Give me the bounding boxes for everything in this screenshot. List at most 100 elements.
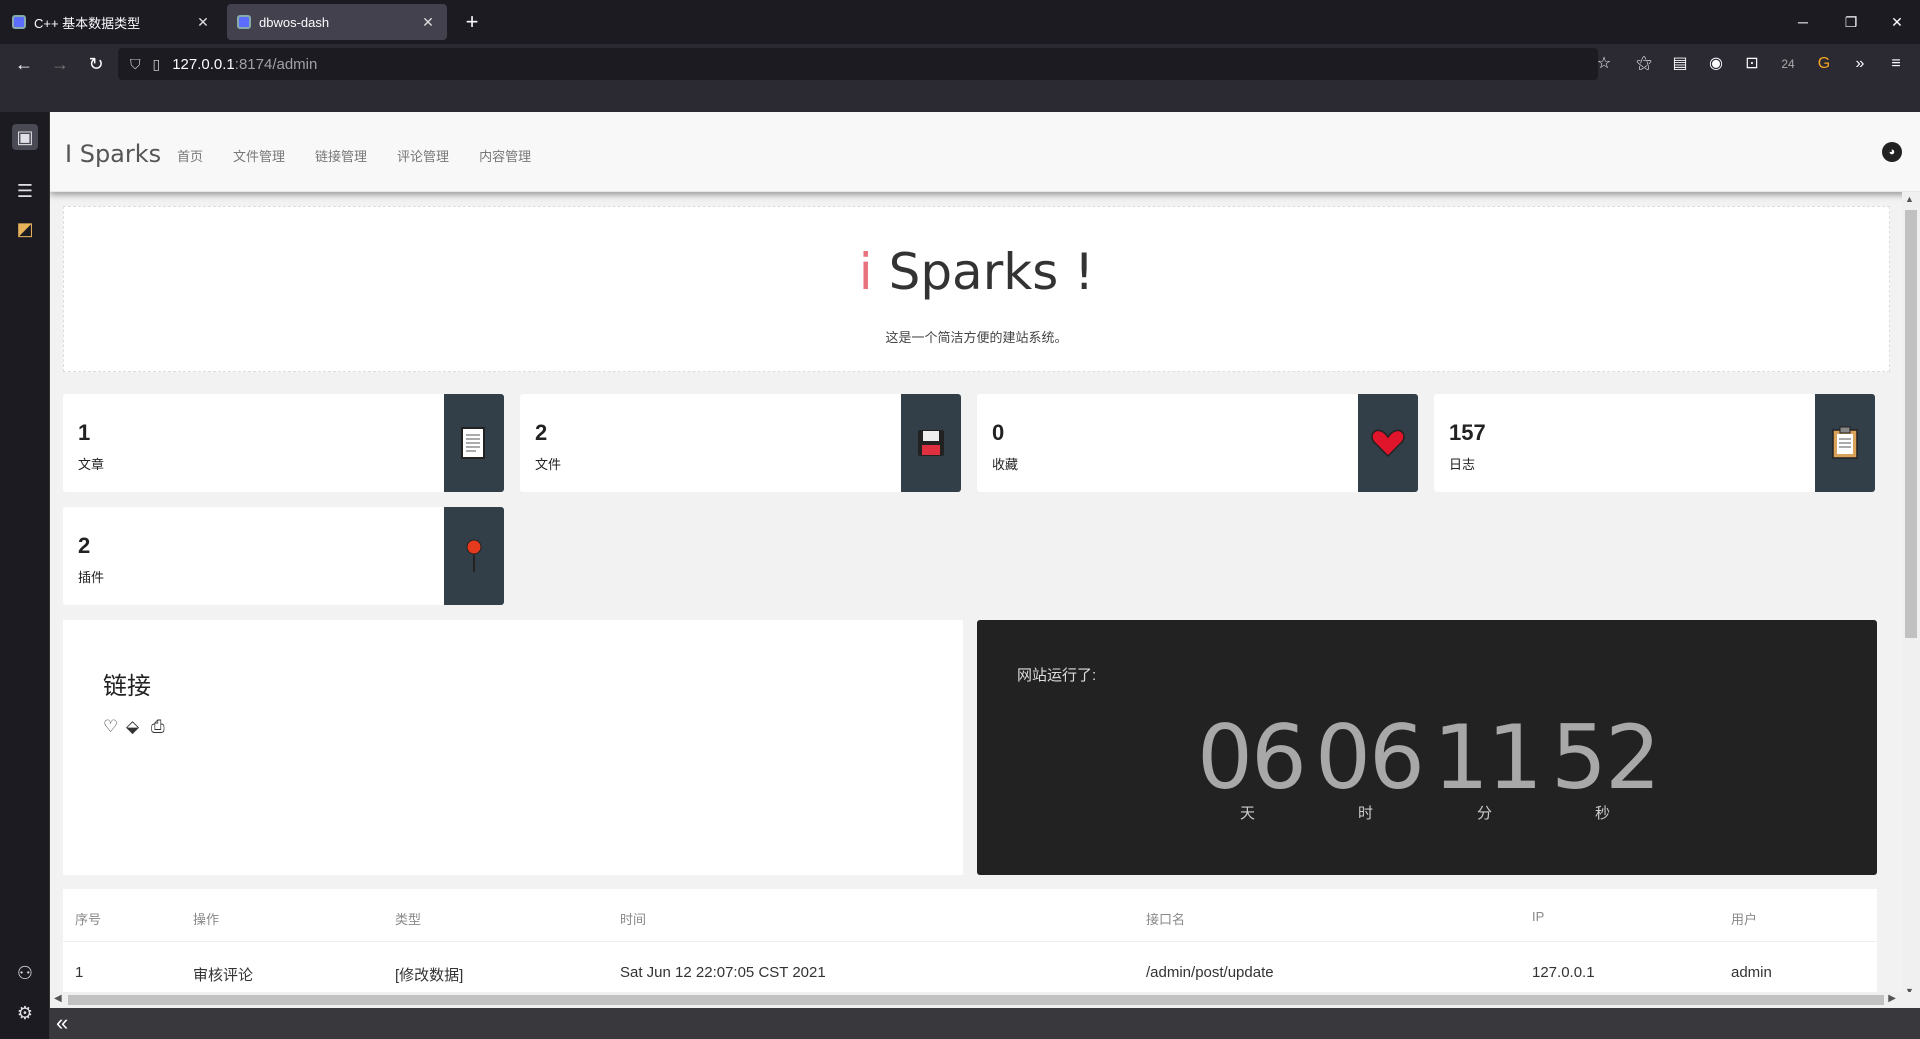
heart-icon — [1371, 429, 1405, 458]
table-header-row: 序号 操作 类型 时间 接口名 IP 用户 — [63, 889, 1877, 942]
menu-item-home[interactable]: 首页 — [177, 146, 203, 165]
extension-badge-count[interactable]: 24 — [1774, 50, 1802, 78]
close-window-icon[interactable]: ✕ — [1874, 0, 1920, 44]
stat-label: 插件 — [78, 570, 105, 585]
heart-outline-icon[interactable]: ♡ — [103, 717, 118, 737]
stat-icon-box — [1358, 394, 1418, 492]
table-cell: admin — [1731, 964, 1772, 981]
clipboard-icon — [1832, 426, 1858, 459]
column-header[interactable]: 序号 — [75, 909, 101, 928]
new-tab-button[interactable]: + — [458, 8, 486, 36]
bookmarks-bar — [0, 84, 1920, 112]
sidebar-app-icon[interactable]: ▣ — [12, 124, 38, 150]
back-icon[interactable]: ← — [10, 50, 38, 78]
account-icon[interactable]: ◉ — [1702, 50, 1730, 78]
table-cell: [修改数据] — [395, 967, 464, 984]
unit-seconds: 秒 — [1595, 805, 1611, 822]
extension-icon[interactable]: ⊡ — [1738, 50, 1766, 78]
sidebar-user-icon[interactable]: ⚇ — [12, 960, 38, 986]
stat-icon-box — [444, 507, 504, 605]
tab-label: C++ 基本数据类型 — [34, 15, 141, 31]
stat-value: 1 — [78, 420, 91, 445]
collapse-chevron-icon[interactable]: « — [56, 1010, 68, 1036]
browser-sidebar: ▣ ☰ ◩ ⚇ ⚙ — [0, 112, 50, 1039]
column-header[interactable]: 接口名 — [1146, 909, 1185, 928]
overflow-chevron-icon[interactable]: » — [1846, 50, 1874, 78]
main-menu: 首页 文件管理 链接管理 评论管理 内容管理 — [177, 146, 531, 165]
menu-item-links[interactable]: 链接管理 — [315, 146, 367, 165]
stat-label: 日志 — [1449, 457, 1476, 472]
tab-label: dbwos-dash — [259, 14, 330, 30]
browser-nav-bar: ← → ↻ ⛉ ▯ 127.0.0.1 :8174/admin ☆ ⚝ ▤ ◉ … — [0, 44, 1920, 84]
vertical-scrollbar[interactable]: ▲ ▼ — [1902, 192, 1920, 998]
stat-card-logs[interactable]: 157 日志 — [1434, 394, 1875, 492]
hero-title-accent: i — [858, 243, 873, 301]
uptime-hours: 06 — [1315, 706, 1425, 809]
shield-icon[interactable]: ⛉ — [130, 56, 141, 73]
paint-bucket-icon[interactable]: ⬙ — [126, 717, 139, 737]
sidebar-layers-icon[interactable]: ☰ — [12, 178, 38, 204]
forward-icon[interactable]: → — [46, 50, 74, 78]
bookmark-star-icon[interactable]: ☆ — [1590, 50, 1618, 78]
sidebar-settings-icon[interactable]: ⚙ — [12, 1000, 38, 1026]
sidebar-tool-icon[interactable]: ◩ — [12, 216, 38, 242]
stat-card-favorites[interactable]: 0 收藏 — [977, 394, 1418, 492]
stat-card-plugins[interactable]: 2 插件 — [63, 507, 504, 605]
close-tab-icon[interactable]: ✕ — [194, 14, 212, 31]
stat-label: 文章 — [78, 457, 105, 472]
extension-g-icon[interactable]: G — [1810, 50, 1838, 78]
stat-icon-box — [1815, 394, 1875, 492]
scroll-up-icon[interactable]: ▲ — [1905, 194, 1914, 204]
stat-value: 0 — [992, 420, 1005, 445]
stat-card-files[interactable]: 2 文件 — [520, 394, 961, 492]
close-tab-icon[interactable]: ✕ — [419, 14, 437, 31]
github-icon[interactable]: ◕ — [1882, 142, 1902, 162]
links-panel: 链接 ♡ ⬙ ⎙ — [63, 620, 963, 875]
stat-value: 2 — [78, 533, 91, 558]
menu-item-files[interactable]: 文件管理 — [233, 146, 285, 165]
uptime-title: 网站运行了: — [1017, 667, 1097, 684]
restore-icon[interactable]: ❐ — [1828, 0, 1874, 44]
table-cell: 1 — [75, 964, 84, 981]
minimize-icon[interactable]: ─ — [1780, 0, 1826, 44]
url-bar[interactable]: ⛉ ▯ 127.0.0.1 :8174/admin — [118, 48, 1598, 80]
page-viewport: I Sparks 首页 文件管理 链接管理 评论管理 内容管理 ◕ i Spar… — [50, 112, 1920, 1008]
uptime-panel: 网站运行了: 06 06 11 52 天 时 分 秒 — [977, 620, 1877, 875]
tab-favicon-icon — [12, 15, 26, 29]
column-header[interactable]: 时间 — [620, 909, 646, 928]
hero-title-text: Sparks ! — [872, 243, 1095, 301]
hero-banner: i Sparks ! 这是一个简洁方便的建站系统。 — [63, 206, 1890, 372]
tab-cpp-types[interactable]: C++ 基本数据类型 ✕ — [2, 4, 222, 40]
unit-minutes: 分 — [1477, 805, 1493, 822]
column-header[interactable]: 用户 — [1731, 909, 1757, 928]
log-table: 序号 操作 类型 时间 接口名 IP 用户 1 审核评论 [修改数据] Sat … — [63, 889, 1877, 999]
reload-icon[interactable]: ↻ — [82, 50, 110, 78]
table-cell: 审核评论 — [193, 967, 254, 984]
horizontal-scrollbar[interactable]: ◀ ▶ — [50, 992, 1920, 1008]
tab-favicon-icon — [237, 15, 251, 29]
scrollbar-thumb[interactable] — [1905, 210, 1917, 638]
column-header[interactable]: 类型 — [395, 909, 421, 928]
menu-item-content[interactable]: 内容管理 — [479, 146, 531, 165]
camera-icon[interactable]: ⎙ — [151, 717, 165, 737]
floppy-disk-icon — [918, 430, 944, 456]
column-header[interactable]: 操作 — [193, 909, 219, 928]
column-header[interactable]: IP — [1532, 909, 1544, 924]
url-path: :8174/admin — [234, 55, 318, 73]
menu-hamburger-icon[interactable]: ≡ — [1882, 50, 1910, 78]
uptime-days: 06 — [1197, 706, 1307, 809]
menu-item-comments[interactable]: 评论管理 — [397, 146, 449, 165]
bookmarks-menu-icon[interactable]: ⚝ — [1630, 50, 1658, 78]
browser-tab-bar: C++ 基本数据类型 ✕ dbwos-dash ✕ + ─ ❐ ✕ — [0, 0, 1920, 44]
url-host: 127.0.0.1 — [172, 55, 235, 73]
reader-view-icon[interactable]: ▤ — [1666, 50, 1694, 78]
scroll-right-icon[interactable]: ▶ — [1888, 993, 1896, 1004]
site-brand[interactable]: I Sparks — [65, 140, 161, 168]
stat-label: 收藏 — [992, 457, 1019, 472]
uptime-seconds: 52 — [1551, 706, 1661, 809]
scroll-left-icon[interactable]: ◀ — [54, 993, 62, 1004]
links-title: 链接 — [103, 673, 151, 700]
tab-dbwos-dash[interactable]: dbwos-dash ✕ — [227, 4, 447, 40]
stat-card-articles[interactable]: 1 文章 — [63, 394, 504, 492]
scrollbar-thumb[interactable] — [68, 995, 1884, 1005]
